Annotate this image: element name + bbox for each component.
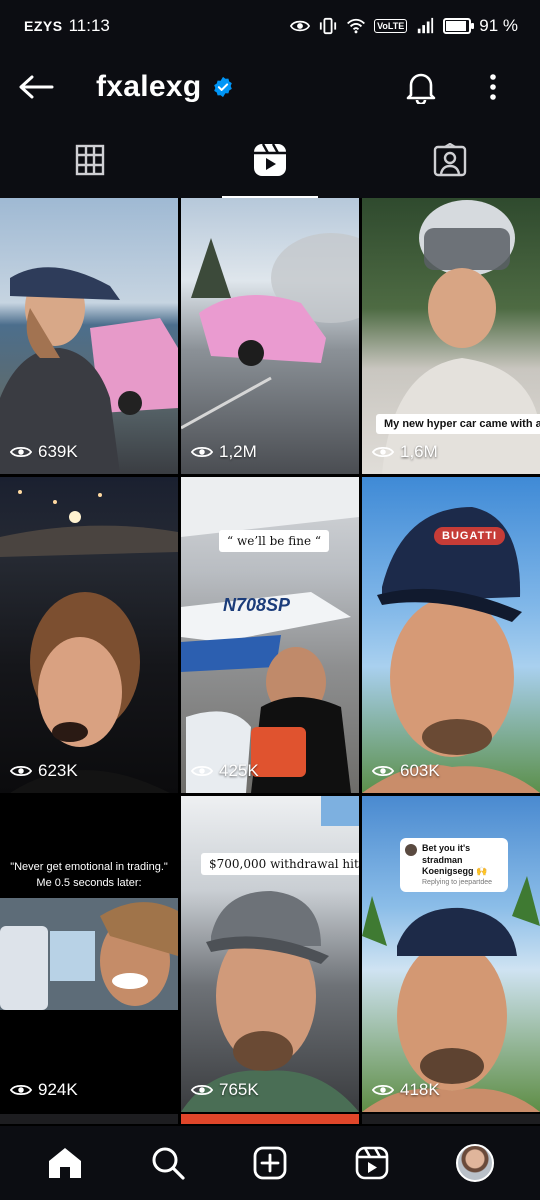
view-count-label: 603K [400, 761, 440, 780]
back-button[interactable] [0, 52, 72, 122]
view-count-label: 1,6M [400, 442, 438, 461]
reel-image [0, 267, 178, 474]
reel-thumbnail-peek[interactable] [0, 1114, 178, 1124]
nav-home-button[interactable] [35, 1133, 95, 1193]
reel-image [0, 490, 178, 793]
reel-thumbnail[interactable]: “ we’ll be fine “ N708SP 425K [181, 477, 359, 793]
reel-image [362, 507, 540, 793]
profile-tabs [0, 122, 540, 198]
view-count-label: 639K [38, 442, 78, 461]
profile-header: fxalexg [0, 52, 540, 122]
reel-image [181, 233, 359, 430]
hat-logo-text: BUGATTI [434, 527, 506, 545]
view-count-label: 418K [400, 1080, 440, 1099]
notifications-button[interactable] [396, 52, 446, 122]
comment-reply-to: Replying to jeepartdee [422, 879, 493, 887]
search-icon [152, 1147, 185, 1180]
view-count: 603K [372, 761, 440, 781]
view-count: 765K [191, 1080, 259, 1100]
reel-thumbnail-peek[interactable] [181, 1114, 359, 1124]
eye-icon [191, 765, 213, 777]
bottom-navigation [0, 1126, 540, 1200]
add-post-icon [253, 1146, 287, 1180]
view-count-label: 765K [219, 1080, 259, 1099]
eye-icon [10, 446, 32, 458]
view-count: 623K [10, 761, 78, 781]
nav-create-button[interactable] [240, 1133, 300, 1193]
tab-tagged[interactable] [360, 122, 540, 198]
wifi-icon [347, 18, 366, 34]
view-count: 1,6M [372, 442, 438, 462]
nav-reels-button[interactable] [342, 1133, 402, 1193]
eye-icon [191, 446, 213, 458]
grid-icon [75, 144, 105, 176]
reel-image [0, 898, 178, 1010]
carrier-label: EZYS [24, 18, 63, 34]
eye-icon [10, 1084, 32, 1096]
view-count: 639K [10, 442, 78, 462]
home-icon [49, 1148, 82, 1178]
more-options-button[interactable] [468, 52, 518, 122]
battery-percent: 91 % [479, 16, 518, 35]
nav-search-button[interactable] [138, 1133, 198, 1193]
view-count: 418K [372, 1080, 440, 1100]
tab-posts-grid[interactable] [0, 122, 180, 198]
more-vertical-icon [490, 74, 496, 100]
verified-badge-icon [213, 76, 232, 98]
eye-icon [290, 20, 311, 32]
tab-reels[interactable] [180, 122, 360, 198]
battery-icon [443, 18, 475, 34]
avatar [455, 1144, 494, 1182]
vibrate-icon [319, 17, 337, 35]
reel-thumbnail[interactable]: 623K [0, 477, 178, 793]
reel-caption: “ we’ll be fine “ [219, 530, 330, 552]
reel-thumbnail[interactable]: BUGATTI 603K [362, 477, 540, 793]
status-time: 11:13 [68, 16, 110, 35]
reel-thumbnail[interactable]: My new hyper car came with a helmet 1,6M [362, 198, 540, 474]
reel-thumbnail[interactable]: 1,2M [181, 198, 359, 474]
view-count-label: 623K [38, 761, 78, 780]
comment-text: Bet you it's stradman Koenigsegg 🙌 [422, 843, 488, 877]
view-count-label: 924K [38, 1080, 78, 1099]
reel-thumbnail-peek[interactable] [362, 1114, 540, 1124]
reel-thumbnail[interactable]: Bet you it's stradman Koenigsegg 🙌 Reply… [362, 796, 540, 1112]
eye-icon [372, 1084, 394, 1096]
view-count-label: 425K [219, 761, 259, 780]
eye-icon [372, 446, 394, 458]
eye-icon [372, 765, 394, 777]
eye-icon [191, 1084, 213, 1096]
reels-grid: 639K 1,2M My new hyper car came with a h… [0, 198, 540, 1118]
next-row-peek [0, 1114, 540, 1124]
signal-icon [418, 17, 434, 34]
reel-image [181, 477, 359, 793]
username-title: fxalexg [96, 70, 202, 103]
nav-profile-button[interactable] [445, 1133, 505, 1193]
view-count: 425K [191, 761, 259, 781]
reel-caption: My new hyper car came with a helmet [376, 414, 540, 434]
reel-image [181, 796, 359, 1112]
reel-thumbnail[interactable]: "Never get emotional in trading." Me 0.5… [0, 796, 178, 1112]
view-count: 1,2M [191, 442, 257, 462]
reel-thumbnail[interactable]: 639K [0, 198, 178, 474]
eye-icon [10, 765, 32, 777]
view-count: 924K [10, 1080, 78, 1100]
back-arrow-icon [19, 75, 54, 99]
status-bar: EZYS 11:13 VoLTE 91 % [0, 0, 540, 52]
comment-bubble: Bet you it's stradman Koenigsegg 🙌 Reply… [400, 838, 508, 893]
reel-thumbnail[interactable]: $700,000 withdrawal hit 765K [181, 796, 359, 1112]
reels-icon [356, 1146, 389, 1180]
tagged-person-icon [433, 143, 467, 177]
bell-icon [406, 73, 436, 104]
volte-badge: VoLTE [374, 19, 408, 33]
view-count-label: 1,2M [219, 442, 257, 461]
plane-registration-text: N708SP [223, 595, 291, 615]
reels-icon [254, 143, 286, 176]
commenter-avatar [405, 844, 417, 856]
reel-caption: $700,000 withdrawal hit [201, 853, 359, 875]
